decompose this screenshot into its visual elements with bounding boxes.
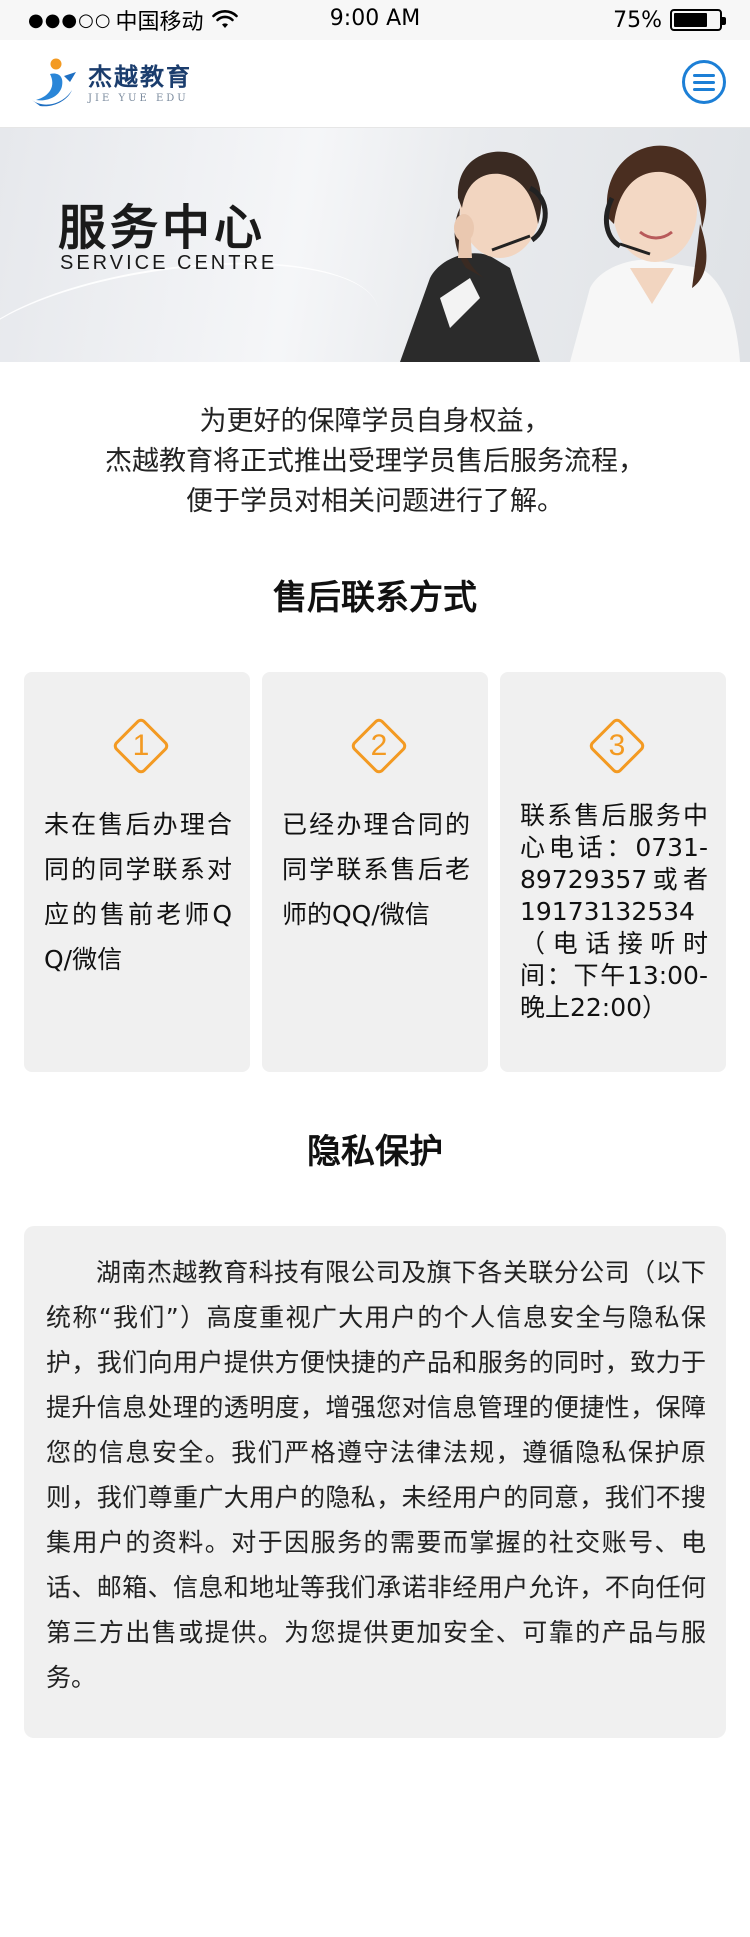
step-number: 2 <box>370 729 388 762</box>
customer-service-agents-image <box>400 145 740 362</box>
privacy-section-title: 隐私保护 <box>307 1132 443 1172</box>
intro-line: 杰越教育将正式推出受理学员售后服务流程， <box>105 446 645 477</box>
status-right: 75% <box>613 6 726 34</box>
banner-subtitle: SERVICE CENTRE <box>60 252 278 274</box>
battery-icon <box>670 9 726 31</box>
site-logo[interactable]: 杰越教育 JIE YUE EDU <box>28 52 248 116</box>
battery-percent: 75% <box>613 7 662 33</box>
logo-chinese-name: 杰越教育 <box>88 63 192 91</box>
step-number: 1 <box>132 729 150 762</box>
step-number: 3 <box>608 729 626 762</box>
site-header: 杰越教育 JIE YUE EDU <box>0 40 750 128</box>
hamburger-menu-icon[interactable] <box>682 60 726 104</box>
intro-line: 便于学员对相关问题进行了解。 <box>186 486 564 517</box>
privacy-panel: 湖南杰越教育科技有限公司及旗下各关联分公司（以下统称“我们”）高度重视广大用户的… <box>24 1226 726 1738</box>
battery-level-fill <box>674 13 707 27</box>
banner-title: 服务中心 <box>58 200 267 256</box>
menu-line <box>693 80 715 84</box>
logo-english-name: JIE YUE EDU <box>88 93 189 104</box>
contact-card-text: 已经办理合同的同学联系售后老师的QQ/微信 <box>282 810 470 929</box>
step-number-badge: 2 <box>349 716 409 776</box>
logo-text: 杰越教育 JIE YUE EDU <box>88 62 192 106</box>
contact-card-2: 2 已经办理合同的同学联系售后老师的QQ/微信 <box>262 672 488 1072</box>
contact-card-text: 未在售后办理合同的同学联系对应的售前老师QQ/微信 <box>44 810 232 974</box>
step-number-badge: 3 <box>587 716 647 776</box>
contact-card-text: 联系售后服务中心电话：0731-89729357或者19173132534（电话… <box>520 801 708 1022</box>
intro-line: 为更好的保障学员自身权益， <box>199 406 551 437</box>
contact-card-3: 3 联系售后服务中心电话：0731-89729357或者19173132534（… <box>500 672 726 1072</box>
menu-line <box>693 87 715 91</box>
contact-section-title: 售后联系方式 <box>273 578 477 618</box>
logo-mark-icon <box>32 58 76 107</box>
contact-card-1: 1 未在售后办理合同的同学联系对应的售前老师QQ/微信 <box>24 672 250 1072</box>
hero-banner: 服务中心 SERVICE CENTRE <box>0 128 750 362</box>
intro-paragraph: 为更好的保障学员自身权益， 杰越教育将正式推出受理学员售后服务流程， 便于学员对… <box>40 402 710 522</box>
status-bar: ●●●○○ 中国移动 9:00 AM 75% <box>0 0 750 40</box>
battery-cap <box>722 17 726 25</box>
privacy-statement: 湖南杰越教育科技有限公司及旗下各关联分公司（以下统称“我们”）高度重视广大用户的… <box>46 1258 706 1692</box>
menu-line <box>693 73 715 77</box>
step-number-badge: 1 <box>111 716 171 776</box>
